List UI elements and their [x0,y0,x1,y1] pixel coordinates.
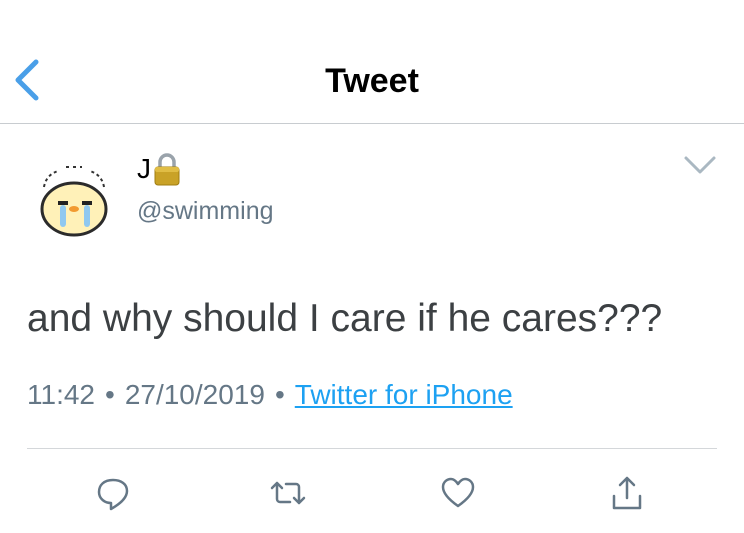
display-name: J [137,153,151,184]
tweet-date: 27/10/2019 [124,379,265,410]
like-button[interactable] [440,474,476,512]
divider [27,448,717,449]
tweet-text: and why should I care if he cares??? [27,297,663,340]
share-icon [612,476,642,510]
reply-button[interactable] [96,474,130,512]
avatar[interactable] [36,163,112,239]
crying-chick-avatar-icon [40,166,108,237]
lock-icon [154,153,180,186]
tweet-meta: 11:42 • 27/10/2019 • Twitter for iPhone [27,379,513,411]
author-name-row[interactable]: J [137,152,181,186]
retweet-button[interactable] [268,474,308,512]
share-button[interactable] [610,474,644,512]
tweet-source-link[interactable]: Twitter for iPhone [295,379,513,410]
tweet-options-button[interactable] [680,150,720,180]
page-title: Tweet [325,62,419,100]
meta-separator: • [105,379,115,410]
chevron-down-icon [684,156,716,174]
nav-header: Tweet [0,0,744,124]
like-icon [441,477,475,508]
tweet-time: 11:42 [27,379,95,410]
author-handle[interactable]: @swimming [137,197,274,226]
reply-icon [97,478,129,511]
meta-separator: • [274,379,285,410]
retweet-icon [270,481,306,505]
